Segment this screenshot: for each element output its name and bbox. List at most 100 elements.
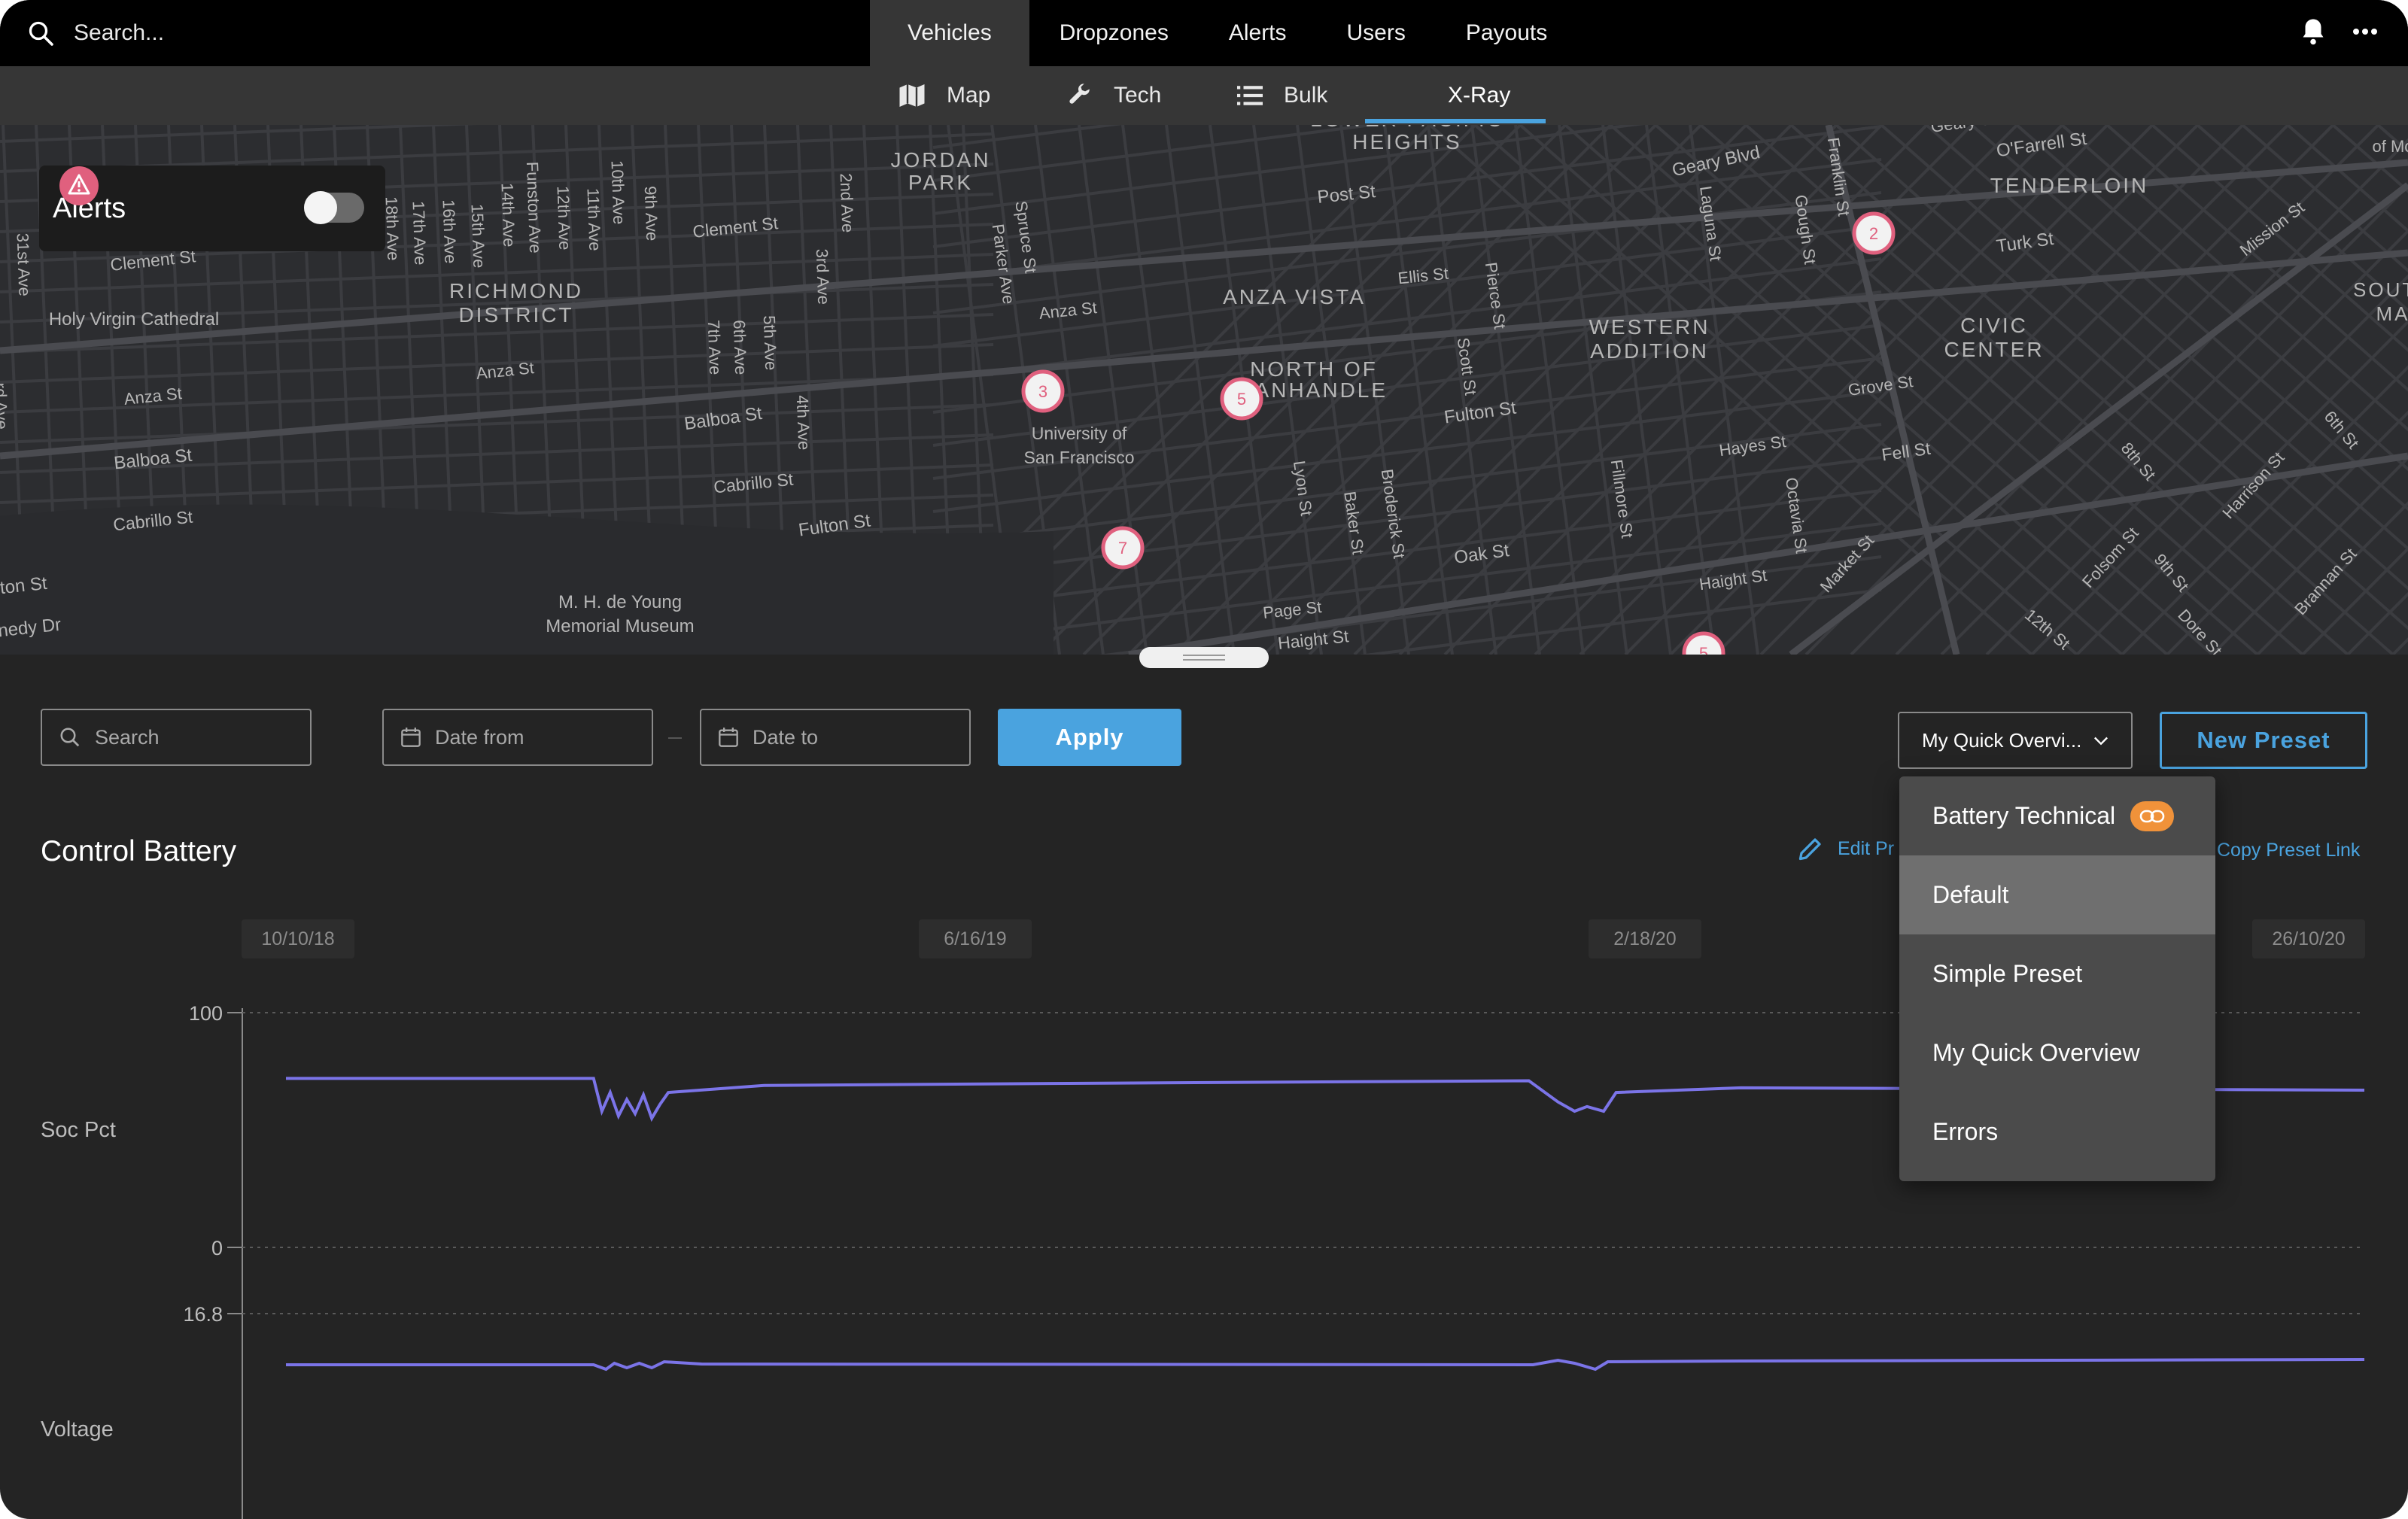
preset-dropdown-menu: Battery Technical Default Simple Preset … (1899, 776, 2215, 1181)
map-label: TENDERLOIN (1990, 174, 2148, 197)
global-search[interactable]: Search... (27, 12, 164, 54)
map-label: 2nd Ave (837, 173, 858, 233)
subtab-xray[interactable]: X-Ray (1448, 66, 1510, 125)
search-icon (60, 728, 80, 747)
xray-subnav: Map Tech Bulk X-Ray (0, 66, 2408, 125)
wrench-icon (1069, 84, 1090, 104)
map-label: WESTERN (1589, 315, 1710, 339)
tab-payouts[interactable]: Payouts (1436, 0, 1577, 66)
x-tick-label: 26/10/20 (2272, 928, 2345, 949)
subtab-map-label: Map (947, 83, 991, 108)
alerts-toggle-knob (304, 191, 337, 224)
subtab-bulk-label: Bulk (1284, 83, 1328, 108)
map-label: MA (2376, 302, 2408, 325)
map-label: 14th Ave (498, 183, 519, 248)
map-label: Memorial Museum (546, 616, 694, 636)
x-tick-label: 6/16/19 (944, 928, 1006, 949)
more-icon[interactable] (2352, 28, 2378, 35)
x-tick-label: 10/10/18 (261, 928, 334, 949)
warning-icon (59, 166, 99, 205)
pencil-icon (1798, 838, 1821, 861)
x-tick-label: 2/18/20 (1613, 928, 1676, 949)
map-label: PARK (908, 171, 973, 194)
link-icon[interactable] (2130, 801, 2175, 831)
map-label: CENTER (1944, 338, 2044, 361)
active-subtab-indicator (1365, 119, 1546, 123)
map-label: NORTH OF (1250, 357, 1378, 381)
chevron-down-icon (2094, 737, 2108, 746)
chart-search-placeholder: Search (95, 725, 160, 749)
y-tick-label: 16.8 (183, 1303, 223, 1326)
tab-dropzones[interactable]: Dropzones (1029, 0, 1199, 66)
map-label: 5th Ave (760, 315, 781, 371)
marker-count: 3 (1038, 382, 1047, 401)
vehicle-cluster-marker: 5 (1220, 377, 1263, 421)
preset-select[interactable]: My Quick Overvi... (1898, 712, 2133, 769)
preset-select-value: My Quick Overvi... (1922, 728, 2082, 752)
y-tick-label: 100 (189, 1002, 223, 1025)
top-navigation-bar: Search... Vehicles Dropzones Alerts User… (0, 0, 2408, 66)
map-label: San Francisco (1023, 448, 1134, 467)
map-label: RICHMOND (449, 279, 583, 302)
voltage-series-line (286, 1358, 2365, 1372)
vehicle-cluster-marker: 2 (1852, 211, 1896, 255)
map-label: 10th Ave (608, 160, 629, 225)
date-from-placeholder: Date from (435, 725, 524, 749)
vehicle-cluster-marker: 7 (1101, 526, 1145, 570)
global-search-placeholder: Search... (74, 20, 165, 45)
map-label: 11th Ave (584, 188, 605, 251)
tab-vehicles[interactable]: Vehicles (870, 0, 1029, 66)
edit-preset-label: Edit Pr (1838, 837, 1895, 859)
calendar-icon (719, 728, 738, 747)
date-from-field[interactable]: Date from (382, 709, 653, 766)
map-icon (899, 84, 925, 107)
tab-users[interactable]: Users (1317, 0, 1436, 66)
preset-option-label: Battery Technical (1932, 802, 2116, 829)
apply-button[interactable]: Apply (998, 709, 1181, 766)
copy-preset-link[interactable]: Copy Preset Link (2217, 840, 2360, 861)
preset-option-simple-preset[interactable]: Simple Preset (1899, 934, 2215, 1013)
preset-option-my-quick-overview[interactable]: My Quick Overview (1899, 1013, 2215, 1092)
preset-option-default[interactable]: Default (1899, 855, 2215, 934)
marker-count: 5 (1699, 644, 1708, 655)
new-preset-button[interactable]: New Preset (2160, 712, 2367, 769)
map-label: SOUTH (2353, 278, 2408, 301)
preset-option-battery-technical[interactable]: Battery Technical (1899, 776, 2215, 855)
map-view[interactable]: JORDANPARKLOWER PACIFICHEIGHTSTENDERLOIN… (0, 125, 2408, 655)
map-label: University of (1032, 424, 1127, 443)
map-label: HEIGHTS (1352, 130, 1461, 153)
edit-preset-link[interactable]: Edit Pr (1797, 835, 1894, 862)
marker-count: 5 (1237, 390, 1246, 409)
map-label: Holy Virgin Cathedral (49, 309, 219, 330)
list-icon (1237, 86, 1263, 105)
map-label: rd Ave (0, 382, 11, 430)
map-label: 31st Ave (14, 232, 35, 296)
marker-count: 2 (1869, 224, 1878, 243)
preset-option-errors[interactable]: Errors (1899, 1092, 2215, 1171)
main-tabs: Vehicles Dropzones Alerts Users Payouts (870, 0, 1577, 66)
marker-count: 7 (1118, 539, 1127, 557)
map-label: ANZA VISTA (1223, 285, 1366, 308)
chart-search-input[interactable]: Search (41, 709, 312, 766)
map-label: Funston Ave (523, 161, 545, 254)
map-label: 12th Ave (554, 186, 575, 251)
tab-alerts[interactable]: Alerts (1199, 0, 1317, 66)
alerts-toggle[interactable] (304, 191, 364, 224)
bell-icon[interactable] (2300, 17, 2327, 47)
map-label: 3rd Ave (813, 248, 834, 305)
map-resize-handle[interactable] (1139, 647, 1269, 668)
date-to-field[interactable]: Date to (700, 709, 971, 766)
date-to-placeholder: Date to (752, 725, 819, 749)
app-window: Search... Vehicles Dropzones Alerts User… (0, 0, 2408, 1519)
subtab-bulk[interactable]: Bulk (1237, 66, 1327, 125)
map-label: of Mo (2372, 137, 2408, 156)
y-tick-label: 0 (211, 1237, 223, 1259)
map-label: 4th Ave (793, 395, 814, 451)
map-label: 15th Ave (468, 204, 489, 269)
subtab-map[interactable]: Map (898, 66, 990, 125)
map-label: 16th Ave (439, 199, 461, 264)
subtab-tech[interactable]: Tech (1067, 66, 1161, 125)
vehicle-cluster-marker: 3 (1021, 369, 1065, 413)
soc-pct-axis-label: Soc Pct (41, 1118, 116, 1142)
top-right-actions (2300, 17, 2378, 47)
